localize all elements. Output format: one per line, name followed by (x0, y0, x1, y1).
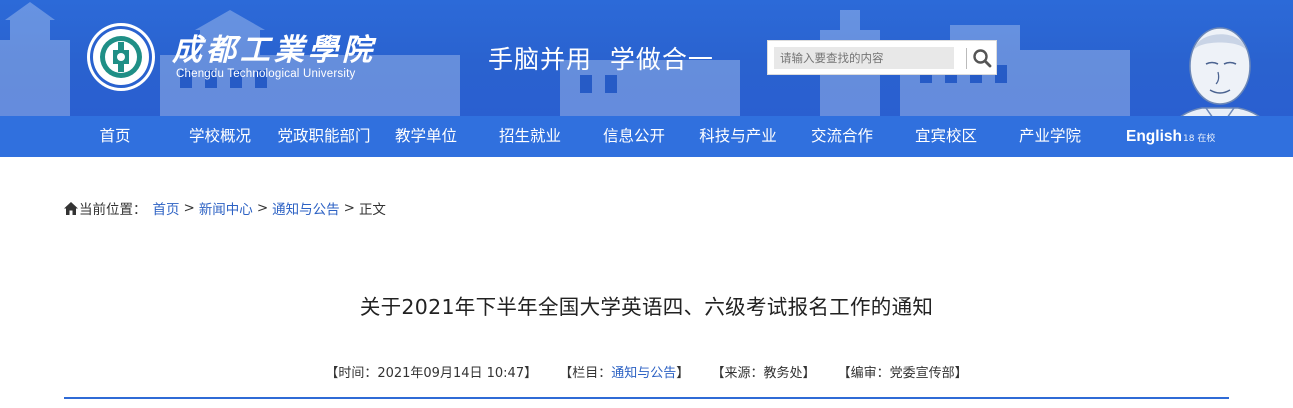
meta-time: 【时间：2021年09月14日 10:47】 (325, 366, 538, 381)
nav-item-teaching-units[interactable]: 教学单位 (386, 116, 466, 157)
breadcrumb-link-home[interactable]: 首页 (153, 198, 180, 218)
meta-column-link[interactable]: 通知与公告 (611, 366, 676, 381)
breadcrumb-separator: > (343, 200, 355, 216)
nav-item-admissions[interactable]: 招生就业 (490, 116, 570, 157)
title-divider (64, 397, 1229, 399)
meta-column: 【栏目：通知与公告】 (559, 366, 690, 381)
main-navigation: 首页 学校概况 党政职能部门 教学单位 招生就业 信息公开 科技与产业 交流合作… (0, 116, 1293, 157)
breadcrumb-link-notices[interactable]: 通知与公告 (272, 198, 340, 218)
school-name-cn: 成都工業學院 (172, 33, 376, 68)
article-title: 关于2021年下半年全国大学英语四、六级考试报名工作的通知 (359, 295, 934, 319)
search-box (767, 40, 997, 75)
nav-item-public-info[interactable]: 信息公开 (594, 116, 674, 157)
nav-item-english[interactable]: English (1123, 116, 1185, 157)
nav-item-yibin-campus[interactable]: 宜宾校区 (906, 116, 986, 157)
header-banner: 成都工業學院 Chengdu Technological University … (0, 0, 1293, 116)
nav-item-about[interactable]: 学校概况 (180, 116, 260, 157)
nav-item-science-industry[interactable]: 科技与产业 (690, 116, 786, 157)
meta-editor-value: 党委宣传部 (889, 366, 955, 381)
breadcrumb-separator: > (256, 200, 269, 216)
meta-editor: 【编审：党委宣传部】 (837, 366, 968, 381)
search-divider (966, 48, 967, 69)
nav-item-home[interactable]: 首页 (85, 116, 145, 157)
breadcrumb-current: 正文 (358, 202, 386, 218)
school-name-en: Chengdu Technological University (176, 68, 356, 80)
breadcrumb: 当前位置： 首页 > 新闻中心 > 通知与公告 > 正文 (64, 198, 386, 218)
nav-item-exchange[interactable]: 交流合作 (802, 116, 882, 157)
portrait-caption: 18 在校 (1183, 134, 1216, 144)
nav-item-industry-college[interactable]: 产业学院 (1010, 116, 1090, 157)
university-logo[interactable] (86, 22, 156, 92)
meta-source: 【来源：教务处】 (711, 366, 816, 381)
nav-item-departments[interactable]: 党政职能部门 (272, 116, 376, 157)
search-icon[interactable] (971, 47, 993, 69)
school-slogan: 手脑并用 学做合一 (488, 45, 714, 74)
breadcrumb-link-news[interactable]: 新闻中心 (199, 198, 253, 218)
home-icon (64, 201, 78, 215)
article-meta: 【时间：2021年09月14日 10:47】 【栏目：通知与公告】 【来源：教务… (0, 362, 1293, 381)
founder-portrait (1180, 27, 1260, 116)
meta-source-value: 教务处 (763, 366, 803, 381)
breadcrumb-separator: > (183, 200, 195, 216)
breadcrumb-prefix: 当前位置： (79, 202, 147, 218)
meta-time-value: 2021年09月14日 10:47 (377, 366, 525, 381)
search-input[interactable] (774, 47, 954, 69)
